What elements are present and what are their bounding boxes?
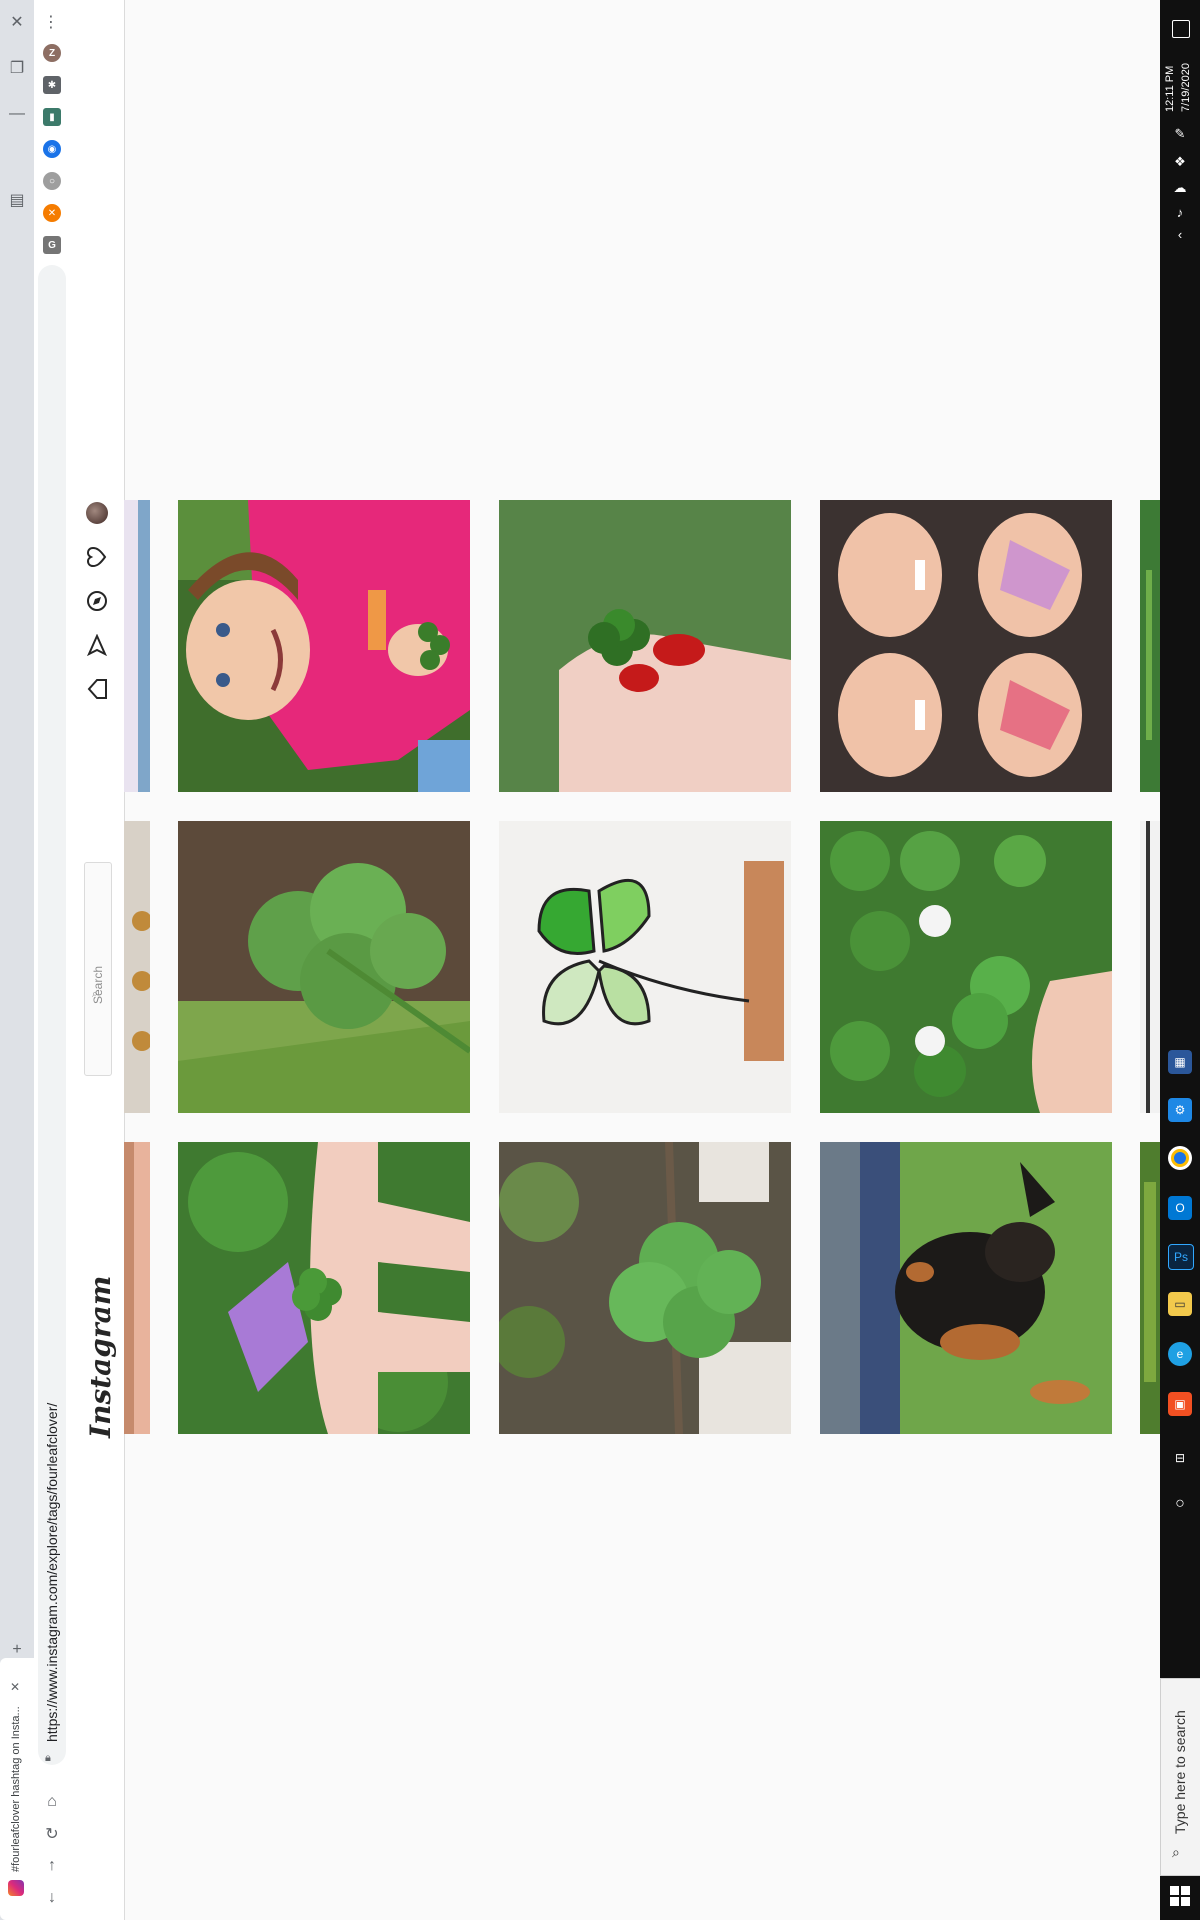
extension-blue-icon[interactable]: ◉ xyxy=(43,140,61,158)
grid-photo-red-nails-clover[interactable] xyxy=(499,500,791,792)
extension-orange-icon[interactable]: ✕ xyxy=(43,204,61,222)
taskbar-date[interactable]: 7/19/2020 xyxy=(1180,63,1192,112)
tab-search-icon[interactable]: ▤ xyxy=(3,186,31,214)
grid-photo-partial[interactable] xyxy=(1140,500,1160,792)
extension-g-icon[interactable]: G xyxy=(43,236,61,254)
grid-photo-clover-among-leaves[interactable] xyxy=(499,1142,791,1434)
task-view-icon[interactable]: ⊟ xyxy=(1168,1446,1192,1470)
control-panel-app-icon[interactable]: ⚙ xyxy=(1168,1098,1192,1122)
dropbox-icon[interactable]: ❖ xyxy=(1168,150,1192,174)
photoshop-app-icon[interactable]: Ps xyxy=(1168,1244,1194,1270)
windows-taskbar xyxy=(1160,0,1200,1920)
taskbar-search-placeholder: Type here to search xyxy=(1172,1710,1188,1834)
grid-photo-partial[interactable] xyxy=(1140,821,1160,1113)
edge-app-icon[interactable]: e xyxy=(1168,1342,1192,1366)
pen-icon[interactable]: ✎ xyxy=(1168,122,1192,146)
cloud-icon[interactable]: ☁ xyxy=(1168,176,1192,200)
profile-avatar[interactable]: Z xyxy=(43,44,61,62)
file-explorer-app-icon[interactable]: ▭ xyxy=(1168,1292,1192,1316)
grid-photo-girls-face-paint[interactable] xyxy=(820,500,1112,792)
chevron-up-icon[interactable]: ‹ xyxy=(1168,222,1192,246)
grid-photo-stained-glass-clover[interactable] xyxy=(499,821,791,1113)
close-tab-icon[interactable]: ✕ xyxy=(10,1680,20,1694)
grid-photo-girl-pink-shirt[interactable] xyxy=(178,500,470,792)
direct-message-icon[interactable] xyxy=(84,632,110,658)
back-icon[interactable]: ↓ xyxy=(38,1884,66,1912)
search-icon: ⌕ xyxy=(92,988,99,1000)
home-icon[interactable]: ⌂ xyxy=(38,1788,66,1816)
extension-chart-icon[interactable]: ▮ xyxy=(43,108,61,126)
browser-tab-strip: ✕ ❐ — ▤ + xyxy=(0,0,34,1920)
calculator-app-icon[interactable]: ▦ xyxy=(1168,1050,1192,1074)
grid-photo-partial[interactable] xyxy=(124,1142,150,1434)
grid-photo-partial[interactable] xyxy=(124,500,150,792)
profile-avatar[interactable] xyxy=(84,500,110,526)
search-icon: ⌕ xyxy=(1172,1844,1180,1860)
taskbar-time[interactable]: 12:11 PM xyxy=(1164,66,1176,112)
minimize-window-icon[interactable]: — xyxy=(3,100,31,128)
chrome-app-icon[interactable] xyxy=(1168,1146,1192,1170)
close-window-icon[interactable]: ✕ xyxy=(3,8,31,36)
grid-photo-fingers-clover-flower[interactable] xyxy=(178,1142,470,1434)
grid-photo-white-clover-field[interactable] xyxy=(820,821,1112,1113)
restore-window-icon[interactable]: ❐ xyxy=(3,54,31,82)
volume-icon[interactable]: ♪ xyxy=(1168,200,1192,224)
url-text[interactable]: https://www.instagram.com/explore/tags/f… xyxy=(44,1403,60,1742)
reload-icon[interactable]: ↻ xyxy=(38,1820,66,1848)
activity-heart-icon[interactable] xyxy=(84,544,110,570)
instagram-logo[interactable]: Instagram xyxy=(84,1276,117,1438)
browser-menu-icon[interactable]: ⋮ xyxy=(37,8,65,36)
lock-icon: 🔒︎ xyxy=(45,1752,51,1764)
grid-photo-partial[interactable] xyxy=(124,821,150,1113)
explore-compass-icon[interactable] xyxy=(84,588,110,614)
grid-photo-dog-on-grass[interactable] xyxy=(820,1142,1112,1434)
instagram-favicon-icon xyxy=(8,1880,24,1896)
outlook-app-icon[interactable]: O xyxy=(1168,1196,1192,1220)
office-app-icon[interactable]: ▣ xyxy=(1168,1392,1192,1416)
action-center-icon[interactable] xyxy=(1172,20,1190,38)
cortana-icon[interactable]: ○ xyxy=(1168,1492,1192,1516)
grid-photo-clover-in-grass[interactable] xyxy=(178,821,470,1113)
tab-title: #fourleafclover hashtag on Insta... xyxy=(10,1706,22,1872)
extensions-puzzle-icon[interactable]: ✱ xyxy=(43,76,61,94)
forward-icon[interactable]: ↑ xyxy=(38,1852,66,1880)
home-nav-icon[interactable] xyxy=(84,676,110,702)
extension-gray-circle-icon[interactable]: ○ xyxy=(43,172,61,190)
grid-photo-partial[interactable] xyxy=(1140,1142,1160,1434)
windows-start-button[interactable] xyxy=(1170,1886,1190,1906)
